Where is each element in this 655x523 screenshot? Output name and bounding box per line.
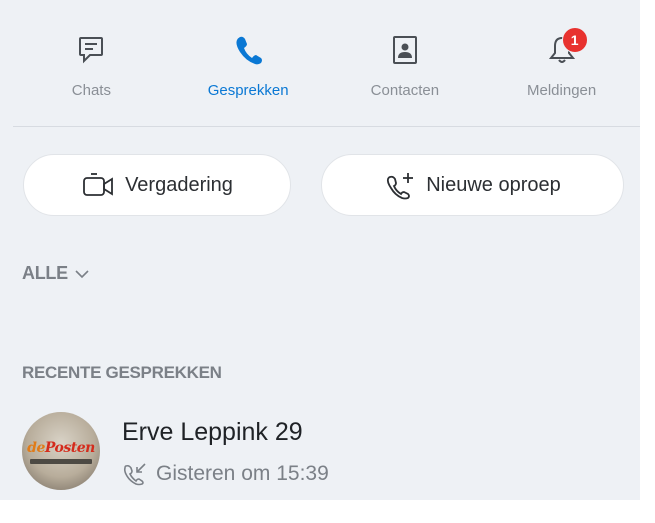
incoming-call-icon — [122, 462, 148, 486]
phone-icon — [230, 32, 266, 68]
add-call-icon — [384, 170, 418, 200]
bottom-edge — [0, 500, 655, 523]
chat-icon — [73, 32, 109, 68]
notification-badge: 1 — [561, 27, 588, 53]
contact-name: Erve Leppink 29 — [122, 418, 303, 446]
new-call-button[interactable]: Nieuwe oproep — [321, 154, 624, 216]
chevron-down-icon — [74, 268, 90, 280]
tab-chats-label: Chats — [71, 82, 111, 99]
action-bar: Vergadering Nieuwe oproep — [22, 154, 624, 218]
tab-chats[interactable]: Chats — [13, 10, 170, 126]
top-nav: Chats Gesprekken Contacten 1 Meldingen — [13, 10, 640, 127]
meeting-button[interactable]: Vergadering — [23, 154, 291, 216]
tab-contacten-label: Contacten — [370, 82, 440, 99]
avatar-logo-bar — [30, 459, 92, 464]
tab-contacten[interactable]: Contacten — [327, 10, 484, 126]
tab-meldingen[interactable]: 1 Meldingen — [483, 10, 640, 126]
contacts-icon — [387, 32, 423, 68]
bell-icon: 1 — [544, 27, 588, 68]
meeting-button-label: Vergadering — [125, 173, 233, 196]
new-call-button-label: Nieuwe oproep — [426, 173, 561, 196]
call-meta: Gisteren om 15:39 — [122, 462, 329, 486]
avatar: dePosten — [22, 412, 100, 490]
tab-gesprekken[interactable]: Gesprekken — [170, 10, 327, 126]
filter-dropdown[interactable]: ALLE — [22, 263, 90, 284]
list-item[interactable]: dePosten Erve Leppink 29 Gisteren om 15:… — [22, 410, 622, 492]
recent-calls-title: RECENTE GESPREKKEN — [22, 363, 222, 382]
right-edge — [640, 0, 655, 523]
tab-meldingen-label: Meldingen — [527, 82, 597, 99]
avatar-logo-text: dePosten — [27, 440, 95, 456]
calls-panel: Chats Gesprekken Contacten 1 Meldingen V… — [0, 0, 640, 523]
video-icon — [81, 170, 117, 200]
tab-gesprekken-label: Gesprekken — [207, 82, 289, 99]
filter-label: ALLE — [22, 263, 68, 283]
call-time: Gisteren om 15:39 — [156, 462, 329, 485]
